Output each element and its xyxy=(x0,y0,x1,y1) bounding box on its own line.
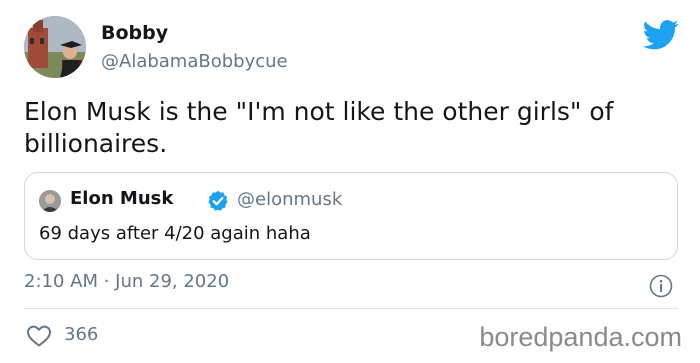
info-icon[interactable] xyxy=(649,274,673,298)
author-avatar[interactable] xyxy=(24,16,86,78)
author-handle[interactable]: @AlabamaBobbycue xyxy=(101,51,288,72)
quoted-author-avatar[interactable] xyxy=(39,190,61,212)
quoted-author-name[interactable]: Elon Musk xyxy=(70,188,173,209)
quoted-author-handle[interactable]: @elonmusk xyxy=(237,189,342,210)
verified-badge-icon xyxy=(207,190,229,212)
like-count: 366 xyxy=(64,324,99,345)
watermark: boredpanda.com xyxy=(479,322,682,352)
twitter-bird-icon[interactable] xyxy=(642,20,679,50)
quoted-tweet-text: 69 days after 4/20 again haha xyxy=(39,223,311,244)
tweet-timestamp[interactable]: 2:10 AM · Jun 29, 2020 xyxy=(24,271,229,292)
author-name[interactable]: Bobby xyxy=(101,22,168,44)
quoted-tweet[interactable]: Elon Musk @elonmusk 69 days after 4/20 a… xyxy=(24,172,678,260)
divider xyxy=(24,308,678,309)
tweet-text: Elon Musk is the "I'm not like the other… xyxy=(24,97,614,158)
tweet-card: Bobby @AlabamaBobbycue Elon Musk is the … xyxy=(0,0,700,363)
heart-icon[interactable] xyxy=(26,324,52,348)
